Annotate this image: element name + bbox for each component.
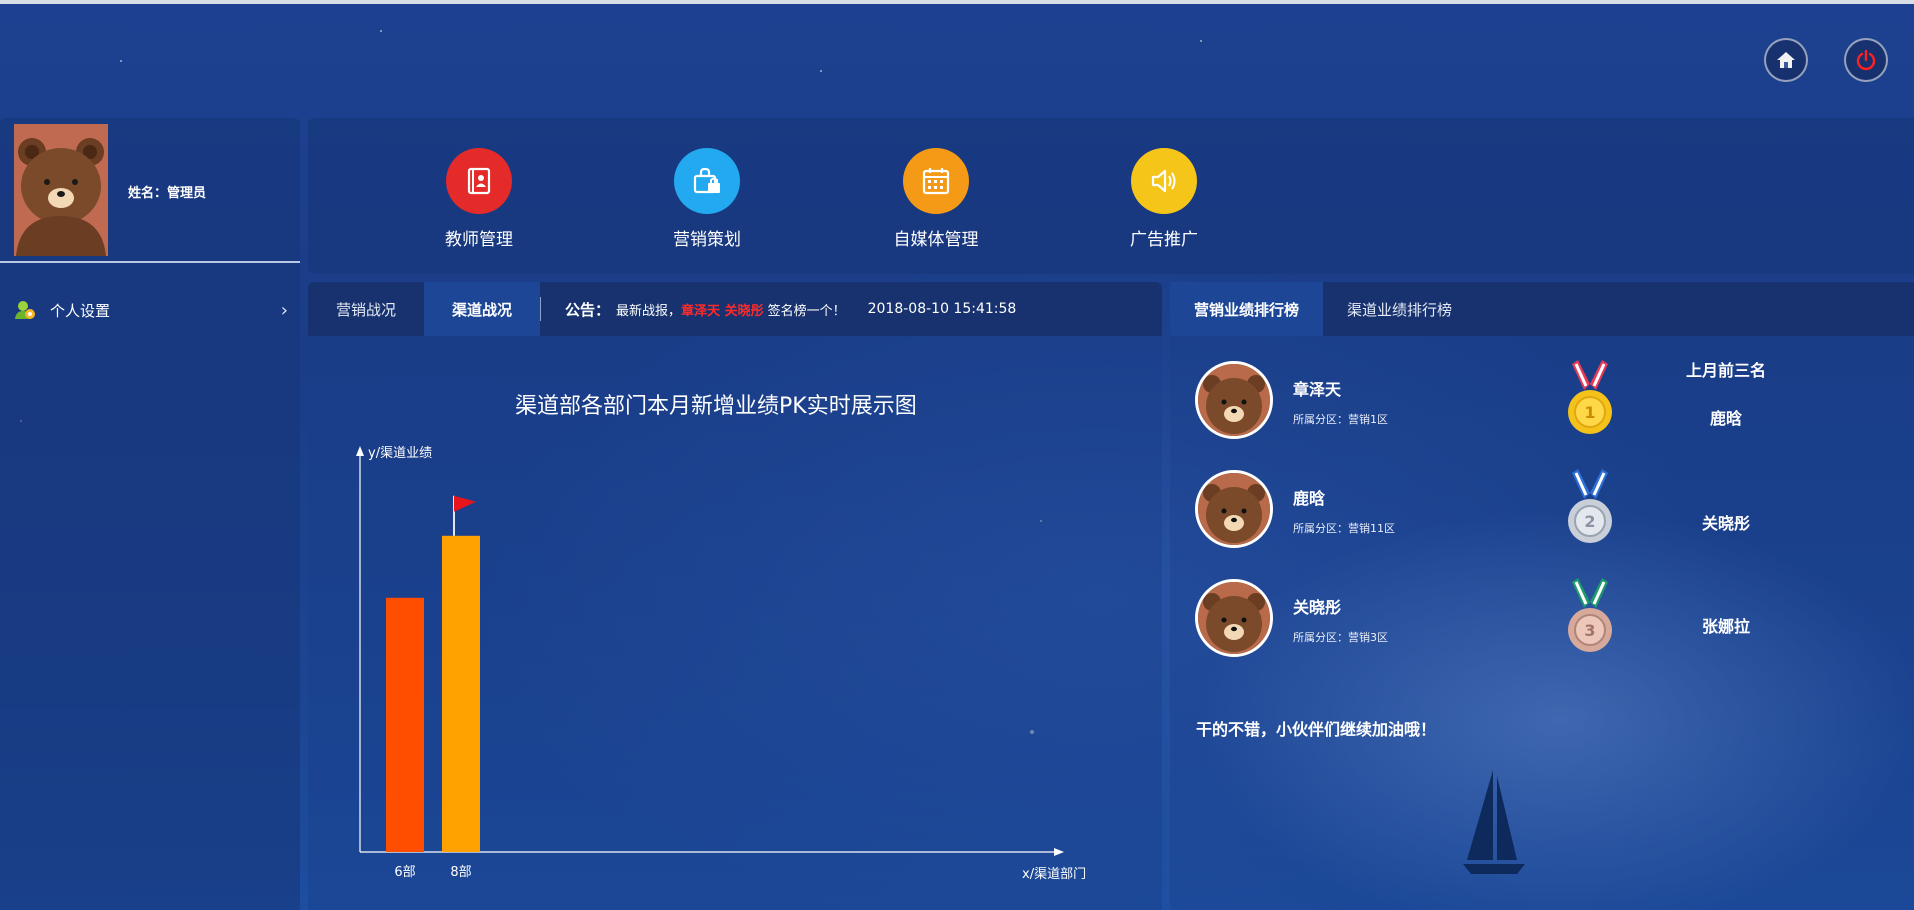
nav-advertising[interactable]: 广告推广 [1104, 148, 1224, 250]
red-flag-icon [454, 495, 476, 512]
person-settings-icon [14, 299, 36, 321]
rank-area: 所属分区：营销3区 [1293, 631, 1388, 644]
x-tick-label: 8部 [450, 865, 471, 880]
sidebar-item-label: 个人设置 [50, 301, 111, 320]
ranking-tabbar: 营销业绩排行榜 渠道业绩排行榜 [1170, 282, 1914, 336]
bear-avatar-icon [1198, 364, 1270, 436]
last-month-name: 关晓彤 [1701, 514, 1750, 533]
avatar [1195, 361, 1273, 439]
home-icon [1777, 52, 1795, 68]
silver-medal-icon: 2 [1568, 469, 1612, 543]
last-month-title: 上月前三名 [1685, 361, 1766, 380]
tab-marketing-battle[interactable]: 营销战况 [308, 282, 424, 336]
avatar [14, 124, 108, 256]
power-icon [1856, 49, 1876, 71]
lock-briefcase-icon [674, 148, 740, 214]
bronze-medal-icon: 3 [1568, 578, 1612, 652]
avatar [1195, 579, 1273, 657]
bear-avatar-icon [1198, 582, 1270, 654]
bear-avatar-icon [14, 124, 108, 256]
star-decoration [380, 30, 382, 32]
logout-button[interactable] [1844, 38, 1888, 82]
nav-label: 教师管理 [445, 230, 513, 250]
medal-number: 2 [1584, 512, 1595, 531]
nav-teacher-management[interactable]: 教师管理 [419, 148, 539, 250]
cheer-message: 干的不错，小伙伴们继续加油哦！ [1196, 720, 1437, 739]
notice-label: 公告： [565, 300, 611, 319]
sidebar-item-personal-settings[interactable]: 个人设置 › [14, 296, 288, 324]
profile-divider [0, 261, 300, 263]
last-month-name: 鹿晗 [1709, 409, 1742, 428]
medal-number: 3 [1584, 621, 1595, 640]
nav-label: 自媒体管理 [893, 230, 979, 250]
ranking-panel [1170, 282, 1914, 910]
last-month-name: 张娜拉 [1701, 617, 1750, 636]
bar-chart: 6部 8部 [356, 446, 1064, 880]
tab-channel-battle[interactable]: 渠道战况 [424, 282, 541, 336]
rank-name: 鹿晗 [1293, 489, 1326, 508]
battle-tabbar: 营销战况 渠道战况 公告： 最新战报， 章泽天 关晓彤 签名榜一个！ 2018-… [308, 282, 1162, 336]
nav-marketing-planning[interactable]: 营销策划 [647, 148, 767, 250]
rank-area: 所属分区：营销1区 [1293, 413, 1388, 426]
chevron-right-icon: › [280, 299, 288, 321]
sailboat-icon [1463, 770, 1525, 874]
x-axis-arrow [1054, 848, 1064, 856]
medal-number: 1 [1584, 403, 1595, 422]
notice-datetime: 2018-08-10 15:41:58 [867, 301, 1017, 317]
calendar-icon [903, 148, 969, 214]
notice-prefix: 最新战报， [616, 303, 682, 319]
bar [442, 535, 480, 852]
speaker-icon [1131, 148, 1197, 214]
notice-highlight: 章泽天 关晓彤 [681, 303, 764, 319]
star-decoration [120, 60, 122, 62]
bar [386, 597, 424, 852]
star-decoration [820, 70, 822, 72]
chart-title: 渠道部各部门本月新增业绩PK实时展示图 [515, 394, 917, 419]
y-axis-arrow [356, 446, 364, 456]
gold-medal-icon: 1 [1568, 360, 1612, 434]
rank-area: 所属分区：营销11区 [1293, 522, 1395, 535]
nav-self-media-management[interactable]: 自媒体管理 [876, 148, 996, 250]
tab-channel-ranking[interactable]: 渠道业绩排行榜 [1323, 282, 1476, 336]
star-decoration [1200, 40, 1202, 42]
rank-name: 关晓彤 [1293, 598, 1342, 617]
tab-divider [540, 297, 542, 321]
bear-avatar-icon [1198, 473, 1270, 545]
notice-suffix: 签名榜一个！ [767, 303, 846, 319]
nav-label: 广告推广 [1130, 230, 1198, 250]
nav-label: 营销策划 [673, 230, 741, 250]
contacts-book-icon [446, 148, 512, 214]
avatar [1195, 470, 1273, 548]
user-name: 姓名：管理员 [128, 186, 207, 201]
x-tick-label: 6部 [394, 865, 415, 880]
rank-name: 章泽天 [1293, 380, 1342, 399]
top-border [0, 0, 1914, 4]
home-button[interactable] [1764, 38, 1808, 82]
tab-marketing-ranking[interactable]: 营销业绩排行榜 [1170, 282, 1324, 336]
